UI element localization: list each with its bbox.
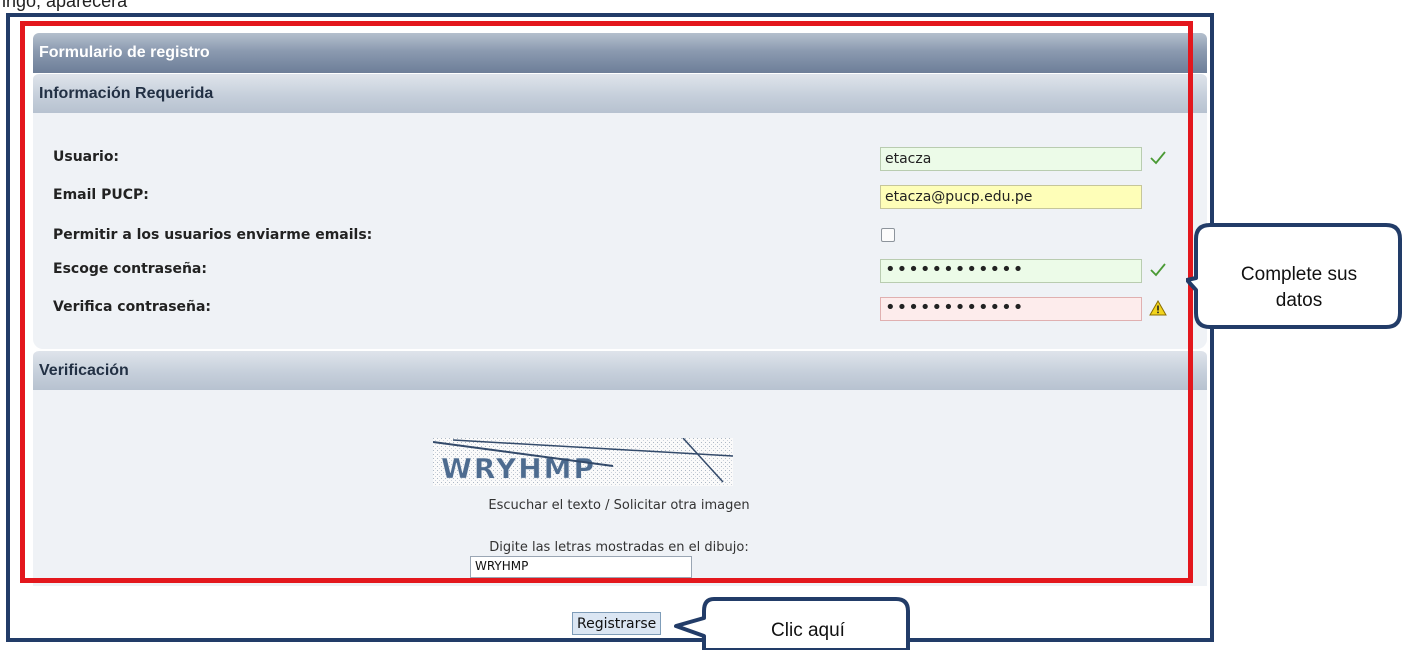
highlight-frame [20,21,1193,583]
callout-click-here-text: Clic aquí [771,620,845,641]
page-caption: ingo, aparecerá [2,0,128,11]
register-button[interactable]: Registrarse [572,612,662,635]
callout-complete-data-text: Complete sus datos [1240,264,1358,311]
